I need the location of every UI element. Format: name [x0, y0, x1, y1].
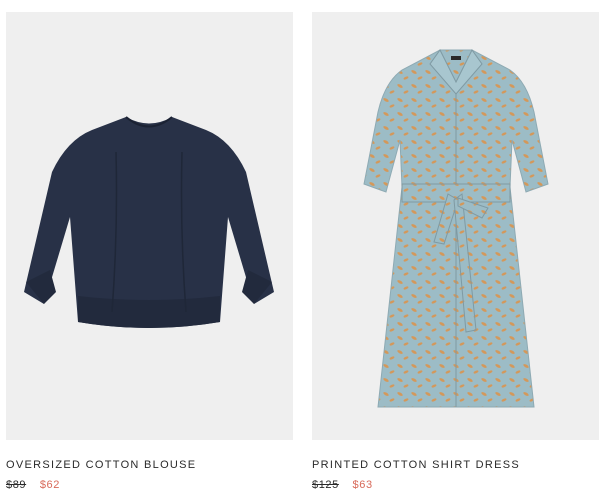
product-card-printed-cotton-shirt-dress[interactable]: PRINTED COTTON SHIRT DRESS $125 $63 [312, 12, 599, 492]
sale-price: $62 [39, 479, 60, 491]
sale-price: $63 [352, 479, 373, 491]
original-price: $89 [6, 479, 27, 491]
product-prices: $125 $63 [312, 479, 599, 492]
product-name[interactable]: OVERSIZED COTTON BLOUSE [6, 459, 293, 472]
product-name[interactable]: PRINTED COTTON SHIRT DRESS [312, 459, 599, 472]
printed-shirt-dress-illustration [363, 49, 549, 408]
product-image-blouse[interactable] [6, 12, 293, 440]
navy-blouse-illustration [24, 116, 274, 328]
product-card-oversized-cotton-blouse[interactable]: OVERSIZED COTTON BLOUSE $89 $62 [6, 12, 293, 492]
original-price: $125 [312, 479, 339, 491]
product-image-shirt-dress[interactable] [312, 12, 599, 440]
product-prices: $89 $62 [6, 479, 293, 492]
product-grid: OVERSIZED COTTON BLOUSE $89 $62 PRINTED … [0, 0, 603, 495]
